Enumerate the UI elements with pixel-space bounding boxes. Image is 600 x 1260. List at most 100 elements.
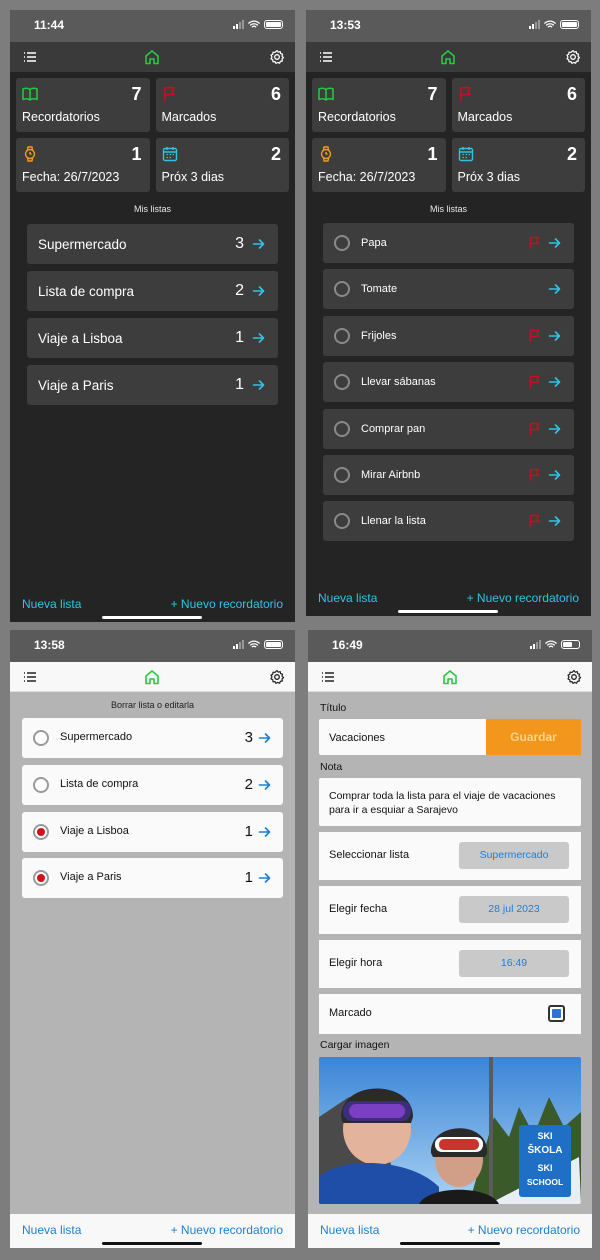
gear-icon[interactable] xyxy=(565,49,581,65)
home-icon[interactable] xyxy=(442,669,458,685)
card-recordatorios[interactable]: 7 Recordatorios xyxy=(16,78,150,132)
home-indicator[interactable] xyxy=(102,616,202,619)
home-icon[interactable] xyxy=(144,49,160,65)
list-row[interactable]: Viaje a Lisboa 1 xyxy=(27,318,278,358)
list-menu-icon[interactable] xyxy=(22,49,38,65)
complete-toggle[interactable] xyxy=(334,327,350,344)
select-toggle[interactable] xyxy=(33,776,49,793)
flag-icon[interactable] xyxy=(528,236,542,250)
flag-icon[interactable] xyxy=(528,329,542,343)
card-prox-3-dias[interactable]: 2 Próx 3 dias xyxy=(155,138,289,192)
card-prox-3-dias[interactable]: 2 Próx 3 dias xyxy=(451,138,585,192)
arrow-right-icon[interactable] xyxy=(548,236,562,250)
arrow-right-icon[interactable] xyxy=(548,329,562,343)
status-bar: 13:58 xyxy=(10,630,295,662)
flag-icon[interactable] xyxy=(528,468,542,482)
select-list-picker[interactable]: Supermercado xyxy=(459,842,569,869)
gear-icon[interactable] xyxy=(269,669,285,685)
card-recordatorios[interactable]: 7 Recordatorios xyxy=(312,78,446,132)
battery-icon xyxy=(560,20,579,29)
new-reminder-button[interactable]: + Nuevo recordatorio xyxy=(468,1223,580,1237)
flagged-checkbox[interactable] xyxy=(548,1005,565,1022)
card-label: Fecha: 26/7/2023 xyxy=(318,170,416,184)
reminder-row[interactable]: Mirar Airbnb xyxy=(323,454,574,495)
reminder-name: Llevar sábanas xyxy=(361,376,436,389)
select-toggle-selected[interactable] xyxy=(33,870,49,887)
status-bar: 11:44 xyxy=(10,10,295,42)
home-indicator[interactable] xyxy=(398,610,498,613)
new-list-button[interactable]: Nueva lista xyxy=(22,1223,81,1237)
complete-toggle[interactable] xyxy=(334,466,350,483)
new-reminder-button[interactable]: + Nuevo recordatorio xyxy=(171,597,283,611)
reminder-row[interactable]: Papa xyxy=(323,223,574,263)
reminder-row[interactable]: Comprar pan xyxy=(323,408,574,449)
list-menu-icon[interactable] xyxy=(320,669,336,685)
list-menu-icon[interactable] xyxy=(22,669,38,685)
select-toggle[interactable] xyxy=(33,730,49,746)
arrow-right-icon[interactable] xyxy=(548,468,562,482)
save-button[interactable]: Guardar xyxy=(486,719,581,755)
status-icons xyxy=(530,640,580,649)
card-fecha[interactable]: 1 Fecha: 26/7/2023 xyxy=(312,138,446,192)
arrow-right-icon[interactable] xyxy=(252,378,266,392)
list-row[interactable]: Supermercado 3 xyxy=(27,224,278,264)
complete-toggle[interactable] xyxy=(334,513,350,530)
card-marcados[interactable]: 6 Marcados xyxy=(155,78,289,132)
list-row[interactable]: Lista de compra 2 xyxy=(27,271,278,311)
arrow-right-icon[interactable] xyxy=(258,871,272,885)
arrow-right-icon[interactable] xyxy=(548,375,562,389)
arrow-right-icon[interactable] xyxy=(548,282,562,296)
arrow-right-icon[interactable] xyxy=(252,331,266,345)
reminder-row[interactable]: Llevar sábanas xyxy=(323,362,574,403)
items-container: Papa Tomate Frijoles Llevar sábanas Comp… xyxy=(306,223,591,542)
flag-icon[interactable] xyxy=(528,514,542,528)
time-picker[interactable]: 16:49 xyxy=(459,950,569,977)
complete-toggle[interactable] xyxy=(334,235,350,251)
status-bar: 16:49 xyxy=(308,630,592,662)
note-field[interactable]: Comprar toda la lista para el viaje de v… xyxy=(319,778,581,826)
navbar xyxy=(306,42,591,72)
complete-toggle[interactable] xyxy=(334,281,350,298)
arrow-right-icon[interactable] xyxy=(258,778,272,792)
uploaded-image[interactable]: SKI ŠKOLA SKI SCHOOL xyxy=(319,1057,581,1204)
arrow-right-icon[interactable] xyxy=(252,237,266,251)
complete-toggle[interactable] xyxy=(334,420,350,437)
reminder-row[interactable]: Llenar la lista xyxy=(323,501,574,542)
home-indicator[interactable] xyxy=(102,1242,202,1245)
battery-icon xyxy=(561,640,580,649)
new-reminder-button[interactable]: + Nuevo recordatorio xyxy=(467,591,579,605)
home-indicator[interactable] xyxy=(400,1242,500,1245)
gear-icon[interactable] xyxy=(566,669,582,685)
arrow-right-icon[interactable] xyxy=(258,825,272,839)
arrow-right-icon[interactable] xyxy=(258,731,272,745)
list-row[interactable]: Supermercado 3 xyxy=(22,718,283,758)
new-reminder-button[interactable]: + Nuevo recordatorio xyxy=(171,1223,283,1237)
list-row[interactable]: Viaje a Paris 1 xyxy=(27,365,278,405)
card-marcados[interactable]: 6 Marcados xyxy=(451,78,585,132)
complete-toggle[interactable] xyxy=(334,374,350,391)
flag-icon[interactable] xyxy=(528,375,542,389)
new-list-button[interactable]: Nueva lista xyxy=(22,597,81,611)
flag-icon[interactable] xyxy=(528,422,542,436)
new-list-button[interactable]: Nueva lista xyxy=(320,1223,379,1237)
select-toggle-selected[interactable] xyxy=(33,823,49,840)
navbar xyxy=(10,42,295,72)
home-icon[interactable] xyxy=(144,669,160,685)
gear-icon[interactable] xyxy=(269,49,285,65)
date-picker[interactable]: 28 jul 2023 xyxy=(459,896,569,923)
list-row[interactable]: Viaje a Paris 1 xyxy=(22,858,283,899)
arrow-right-icon[interactable] xyxy=(252,284,266,298)
watch-icon xyxy=(22,146,38,162)
reminder-row[interactable]: Tomate xyxy=(323,269,574,310)
new-list-button[interactable]: Nueva lista xyxy=(318,591,377,605)
home-icon[interactable] xyxy=(440,49,456,65)
reminder-row[interactable]: Frijoles xyxy=(323,315,574,356)
list-row[interactable]: Lista de compra 2 xyxy=(22,764,283,805)
flag-icon xyxy=(162,86,178,102)
list-row[interactable]: Viaje a Lisboa 1 xyxy=(22,811,283,852)
arrow-right-icon[interactable] xyxy=(548,514,562,528)
card-fecha[interactable]: 1 Fecha: 26/7/2023 xyxy=(16,138,150,192)
arrow-right-icon[interactable] xyxy=(548,422,562,436)
title-field[interactable]: Vacaciones xyxy=(319,719,486,755)
list-menu-icon[interactable] xyxy=(318,49,334,65)
